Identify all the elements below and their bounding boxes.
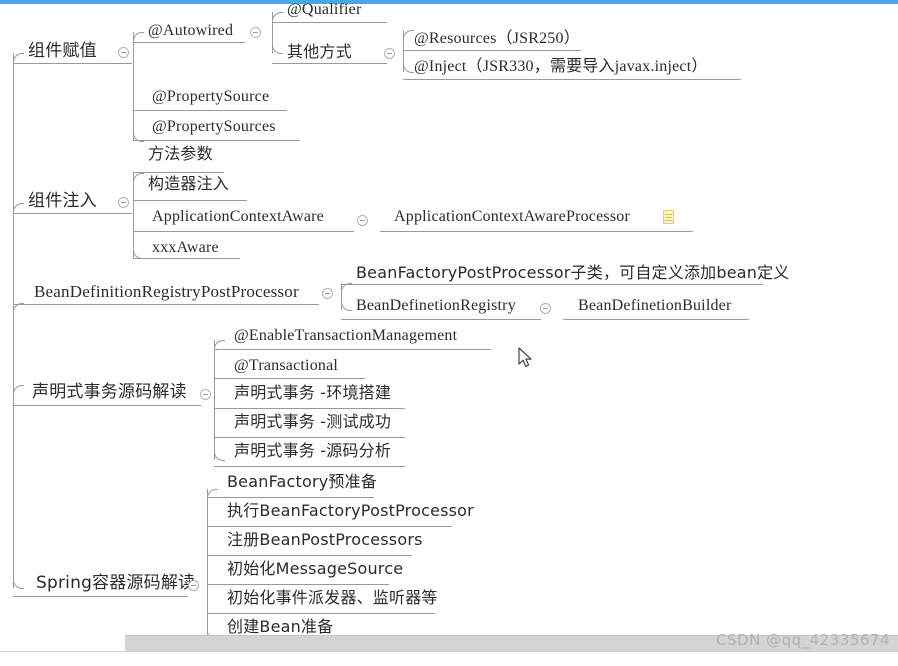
underline-propertysource bbox=[133, 110, 287, 111]
underline-exec-bfpp bbox=[207, 526, 452, 527]
underline-propertysources bbox=[133, 140, 300, 141]
toggle-beandefinetionregistry[interactable] bbox=[540, 303, 551, 314]
underline-tx-test bbox=[214, 437, 405, 438]
topic-method-params[interactable]: 方法参数 bbox=[142, 146, 217, 164]
topic-init-event[interactable]: 初始化事件派发器、监听器等 bbox=[221, 590, 442, 608]
underline-qualifier bbox=[272, 22, 387, 23]
underline-enabletransactionmanagement bbox=[214, 349, 491, 350]
toggle-applicationcontextaware[interactable] bbox=[357, 215, 368, 226]
root-spine bbox=[13, 53, 14, 588]
underline-beanfactory-prepare bbox=[207, 497, 374, 498]
underline-beandefinetionregistry bbox=[341, 319, 541, 320]
toggle-component-injection[interactable] bbox=[118, 197, 129, 208]
underline-register-bpp bbox=[207, 555, 412, 556]
topic-tx-env[interactable]: 声明式事务 -环境搭建 bbox=[228, 385, 395, 403]
underline-transactional bbox=[214, 378, 365, 379]
topic-other-ways[interactable]: 其他方式 bbox=[281, 44, 356, 62]
app-accent-bar bbox=[0, 0, 898, 4]
toggle-bdrpp[interactable] bbox=[322, 288, 333, 299]
underline-component-injection bbox=[13, 213, 132, 214]
topic-resources[interactable]: @Resources（JSR250） bbox=[408, 31, 584, 49]
topic-component-injection[interactable]: 组件注入 bbox=[22, 193, 101, 212]
toggle-component-assignment[interactable] bbox=[118, 47, 129, 58]
watermark-text: CSDN @qq_42335674 bbox=[716, 631, 890, 649]
topic-applicationcontextawareprocessor[interactable]: ApplicationContextAwareProcessor bbox=[388, 209, 634, 227]
underline-init-event bbox=[207, 613, 435, 614]
toggle-declarative-transaction[interactable] bbox=[200, 389, 211, 400]
toggle-spring-container[interactable] bbox=[188, 580, 199, 591]
spine-component-assignment bbox=[133, 32, 134, 141]
underline-autowired bbox=[133, 42, 245, 43]
spine-component-injection bbox=[133, 173, 134, 258]
mindmap-canvas[interactable]: 组件赋值 @Autowired @Qualifier 其他方式 @Resourc… bbox=[0, 0, 898, 666]
topic-component-assignment[interactable]: 组件赋值 bbox=[22, 43, 101, 62]
topic-xxxaware[interactable]: xxxAware bbox=[146, 240, 223, 258]
elbow-tx-source bbox=[214, 450, 225, 461]
underline-beandefinetionbuilder bbox=[563, 319, 749, 320]
topic-qualifier[interactable]: @Qualifier bbox=[281, 2, 365, 20]
toggle-other-ways[interactable] bbox=[384, 48, 395, 59]
topic-enabletransactionmanagement[interactable]: @EnableTransactionManagement bbox=[228, 328, 461, 346]
underline-tx-env bbox=[214, 408, 405, 409]
underline-constructor-injection bbox=[133, 200, 247, 201]
underline-resources bbox=[403, 50, 581, 51]
topic-propertysources[interactable]: @PropertySources bbox=[146, 119, 280, 137]
topic-declarative-transaction[interactable]: 声明式事务源码解读 bbox=[26, 384, 191, 403]
topic-inject[interactable]: @Inject（JSR330，需要导入javax.inject） bbox=[408, 59, 712, 77]
underline-spring-container bbox=[13, 596, 188, 597]
topic-propertysource[interactable]: @PropertySource bbox=[146, 89, 273, 107]
underline-bdrpp bbox=[13, 304, 319, 305]
spine-declarative-transaction bbox=[214, 340, 215, 460]
underline-xxxaware bbox=[133, 258, 240, 259]
topic-bfpp-subclass[interactable]: BeanFactoryPostProcessor子类，可自定义添加bean定义 bbox=[350, 265, 794, 283]
spine-spring-container bbox=[207, 489, 208, 639]
topic-tx-test[interactable]: 声明式事务 -测试成功 bbox=[228, 414, 395, 432]
underline-method-params bbox=[133, 172, 224, 173]
topic-register-bpp[interactable]: 注册BeanPostProcessors bbox=[221, 532, 427, 550]
topic-tx-source[interactable]: 声明式事务 -源码分析 bbox=[228, 443, 395, 461]
underline-applicationcontextawareprocessor bbox=[380, 231, 693, 232]
topic-constructor-injection[interactable]: 构造器注入 bbox=[142, 176, 233, 194]
topic-applicationcontextaware[interactable]: ApplicationContextAware bbox=[146, 209, 328, 227]
elbow-beanfactory-prepare bbox=[207, 489, 218, 500]
topic-beandefinetionbuilder[interactable]: BeanDefinetionBuilder bbox=[572, 298, 736, 316]
topic-transactional[interactable]: @Transactional bbox=[228, 358, 342, 376]
topic-beandefinetionregistry[interactable]: BeanDefinetionRegistry bbox=[350, 298, 520, 316]
topic-spring-container[interactable]: Spring容器源码解读 bbox=[30, 575, 199, 594]
underline-bfpp-subclass bbox=[341, 284, 763, 285]
underline-other-ways bbox=[272, 63, 387, 64]
note-icon[interactable] bbox=[663, 210, 674, 224]
topic-beanfactory-prepare[interactable]: BeanFactory预准备 bbox=[221, 474, 381, 492]
branch-elbow-declarative-transaction bbox=[13, 385, 24, 396]
topic-bdrpp[interactable]: BeanDefinitionRegistryPostProcessor bbox=[28, 283, 303, 302]
underline-declarative-transaction bbox=[13, 405, 201, 406]
topic-init-messagesource[interactable]: 初始化MessageSource bbox=[221, 561, 407, 579]
underline-inject bbox=[403, 79, 741, 80]
underline-applicationcontextaware bbox=[133, 231, 354, 232]
underline-init-messagesource bbox=[207, 584, 389, 585]
underline-tx-source bbox=[214, 466, 405, 467]
underline-component-assignment bbox=[13, 63, 132, 64]
toggle-autowired[interactable] bbox=[250, 27, 261, 38]
bottom-strip bbox=[0, 651, 898, 666]
topic-autowired[interactable]: @Autowired bbox=[142, 23, 237, 41]
branch-elbow-spring-container bbox=[13, 578, 24, 589]
mouse-cursor bbox=[518, 347, 534, 369]
topic-exec-bfpp[interactable]: 执行BeanFactoryPostProcessor bbox=[221, 503, 478, 521]
